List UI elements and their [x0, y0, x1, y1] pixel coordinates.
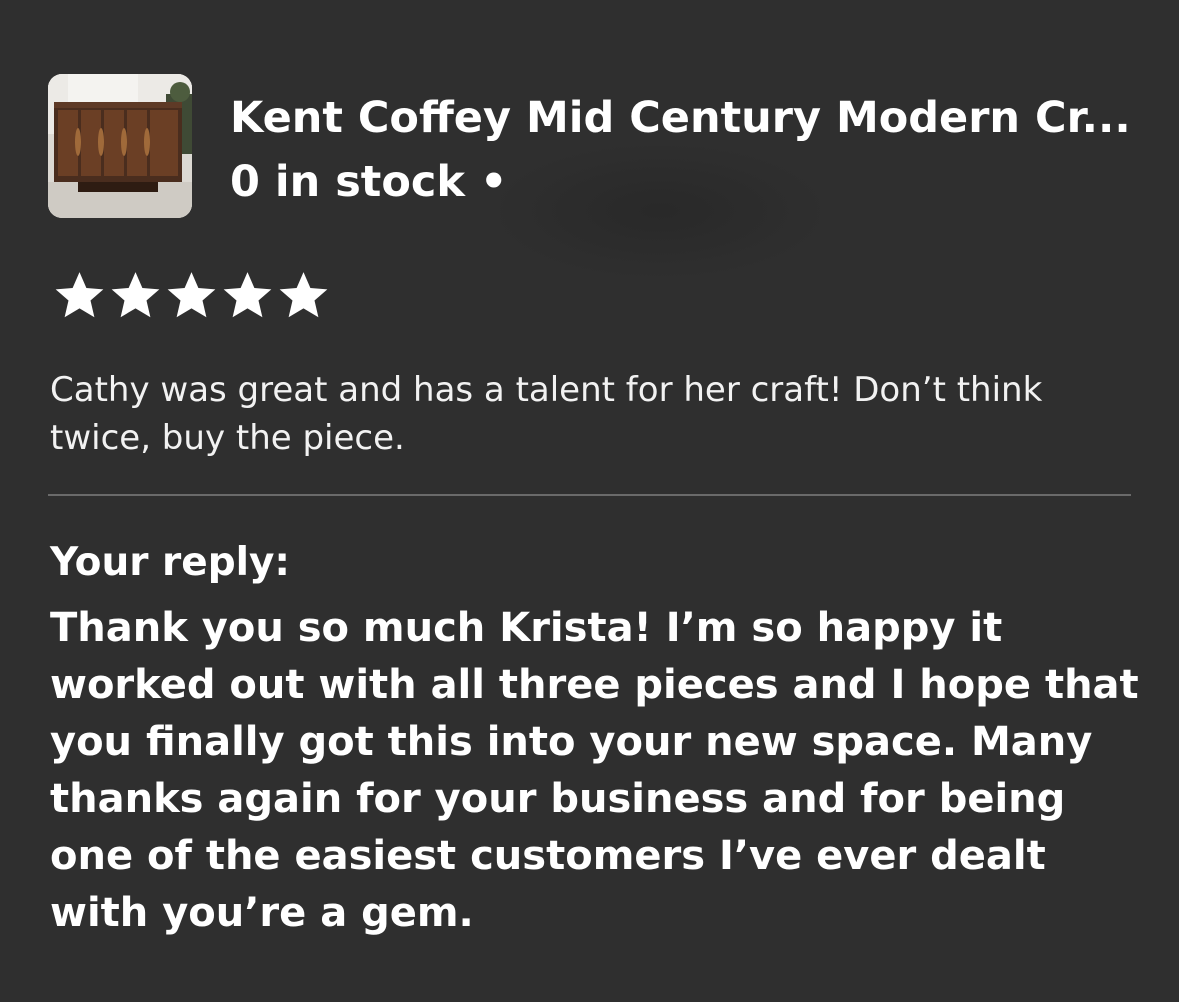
star-icon [55, 272, 104, 318]
review-text: Cathy was great and has a talent for her… [50, 370, 1043, 458]
star-rating [52, 268, 331, 324]
reply-label: Your reply: [50, 540, 291, 585]
star-icon [167, 272, 216, 318]
reply-text: Thank you so much Krista! I’m so happy i… [50, 605, 1139, 936]
redacted-region [500, 146, 820, 276]
product-thumbnail[interactable] [48, 74, 192, 218]
star-icon [223, 272, 272, 318]
product-header[interactable]: Kent Coffey Mid Century Modern Cr... 0 i… [48, 74, 1140, 276]
star-icon [111, 272, 160, 318]
product-title[interactable]: Kent Coffey Mid Century Modern Cr... [230, 92, 1140, 144]
stock-status: 0 in stock • [230, 157, 508, 207]
divider [48, 494, 1131, 496]
star-icon [279, 272, 328, 318]
sideboard-photo-icon [48, 74, 192, 218]
